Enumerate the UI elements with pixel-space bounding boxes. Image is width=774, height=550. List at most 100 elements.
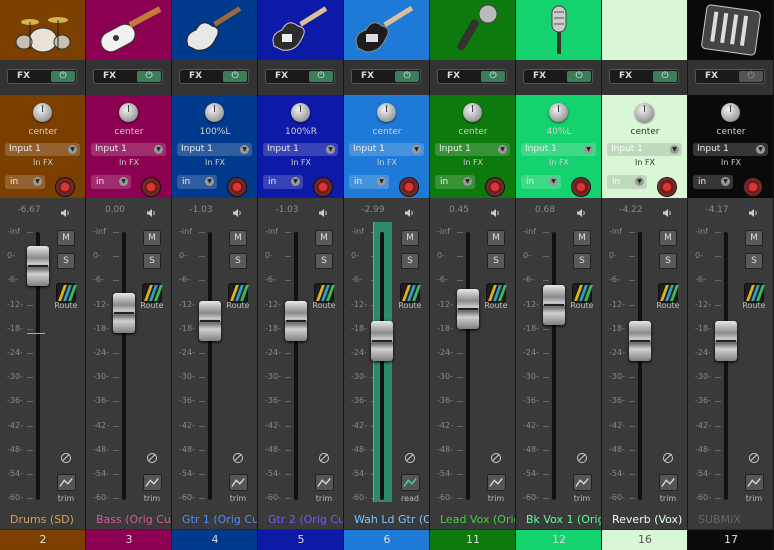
volume-readout[interactable]: -4.17 xyxy=(688,205,746,215)
solo-button[interactable]: S xyxy=(487,253,505,269)
record-arm-button[interactable] xyxy=(142,178,160,196)
track-thumbnail[interactable] xyxy=(172,0,257,60)
input-select[interactable]: Input 1 ▼ xyxy=(521,143,596,156)
channel-strip[interactable]: FX ⏻ center Input 1 ▼ In FX in ▼ -2.99 -… xyxy=(344,0,430,550)
monitor-select[interactable]: in ▼ xyxy=(435,175,475,189)
phase-invert-icon[interactable] xyxy=(233,453,243,463)
automation-mode-button[interactable] xyxy=(401,474,420,491)
track-name[interactable]: Gtr 2 (Orig Cut xyxy=(258,510,343,529)
in-fx-label[interactable]: In FX xyxy=(688,158,773,167)
speaker-icon[interactable] xyxy=(748,208,758,218)
speaker-icon[interactable] xyxy=(60,208,70,218)
monitor-select[interactable]: in ▼ xyxy=(5,175,45,189)
track-thumbnail[interactable] xyxy=(86,0,171,60)
mute-button[interactable]: M xyxy=(745,230,763,246)
fader-track[interactable] xyxy=(466,232,470,500)
record-arm-button[interactable] xyxy=(658,178,676,196)
fader-track[interactable] xyxy=(208,232,212,500)
pan-knob[interactable] xyxy=(205,103,224,122)
solo-button[interactable]: S xyxy=(659,253,677,269)
automation-mode-button[interactable] xyxy=(573,474,592,491)
in-fx-label[interactable]: In FX xyxy=(172,158,257,167)
track-thumbnail[interactable] xyxy=(688,0,773,60)
volume-fader[interactable] xyxy=(199,300,221,341)
input-select[interactable]: Input 1 ▼ xyxy=(91,143,166,156)
volume-fader[interactable] xyxy=(285,300,307,341)
track-number[interactable]: 4 xyxy=(172,530,257,550)
volume-readout[interactable]: -1.03 xyxy=(172,205,230,215)
fx-button[interactable]: FX ⏻ xyxy=(695,69,765,84)
volume-readout[interactable]: 0.00 xyxy=(86,205,144,215)
phase-invert-icon[interactable] xyxy=(491,453,501,463)
automation-mode-button[interactable] xyxy=(315,474,334,491)
input-select[interactable]: Input 1 ▼ xyxy=(607,143,682,156)
volume-fader[interactable] xyxy=(113,292,135,333)
fx-power-icon[interactable]: ⏻ xyxy=(567,71,591,82)
fx-button[interactable]: FX ⏻ xyxy=(93,69,163,84)
route-button[interactable] xyxy=(658,283,679,303)
input-select[interactable]: Input 1 ▼ xyxy=(5,143,80,156)
automation-mode-button[interactable] xyxy=(229,474,248,491)
fx-power-icon[interactable]: ⏻ xyxy=(739,71,763,82)
fader-track[interactable] xyxy=(552,232,556,500)
phase-invert-icon[interactable] xyxy=(577,453,587,463)
speaker-icon[interactable] xyxy=(662,208,672,218)
track-number[interactable]: 12 xyxy=(516,530,601,550)
channel-strip[interactable]: FX ⏻ center Input 1 ▼ In FX in ▼ -4.22 -… xyxy=(602,0,688,550)
volume-fader[interactable] xyxy=(629,320,651,361)
input-select[interactable]: Input 1 ▼ xyxy=(263,143,338,156)
track-number[interactable]: 3 xyxy=(86,530,171,550)
speaker-icon[interactable] xyxy=(146,208,156,218)
track-thumbnail[interactable] xyxy=(516,0,601,60)
phase-invert-icon[interactable] xyxy=(663,453,673,463)
channel-strip[interactable]: FX ⏻ center Input 1 ▼ In FX in ▼ 0.00 -i… xyxy=(86,0,172,550)
solo-button[interactable]: S xyxy=(143,253,161,269)
volume-fader[interactable] xyxy=(27,246,49,287)
fader-track[interactable] xyxy=(638,232,642,500)
automation-mode-button[interactable] xyxy=(745,474,764,491)
monitor-select[interactable]: in ▼ xyxy=(177,175,217,189)
fx-button[interactable]: FX ⏻ xyxy=(609,69,679,84)
pan-knob[interactable] xyxy=(33,103,52,122)
solo-button[interactable]: S xyxy=(229,253,247,269)
phase-invert-icon[interactable] xyxy=(405,453,415,463)
route-button[interactable] xyxy=(400,283,421,303)
record-arm-button[interactable] xyxy=(228,178,246,196)
in-fx-label[interactable]: In FX xyxy=(430,158,515,167)
fx-button[interactable]: FX ⏻ xyxy=(523,69,593,84)
fader-track[interactable] xyxy=(294,232,298,500)
in-fx-label[interactable]: In FX xyxy=(602,158,687,167)
phase-invert-icon[interactable] xyxy=(61,453,71,463)
track-thumbnail[interactable] xyxy=(602,0,687,60)
volume-readout[interactable]: 0.68 xyxy=(516,205,574,215)
track-thumbnail[interactable] xyxy=(0,0,85,60)
channel-strip[interactable]: FX ⏻ 100%R Input 1 ▼ In FX in ▼ -1.03 -i… xyxy=(258,0,344,550)
mute-button[interactable]: M xyxy=(659,230,677,246)
mute-button[interactable]: M xyxy=(487,230,505,246)
automation-mode-button[interactable] xyxy=(487,474,506,491)
track-name[interactable]: Wah Ld Gtr (O xyxy=(344,510,429,529)
track-number[interactable]: 11 xyxy=(430,530,515,550)
record-arm-button[interactable] xyxy=(744,178,762,196)
volume-readout[interactable]: -2.99 xyxy=(344,205,402,215)
solo-button[interactable]: S xyxy=(745,253,763,269)
monitor-select[interactable]: in ▼ xyxy=(263,175,303,189)
speaker-icon[interactable] xyxy=(576,208,586,218)
fx-power-icon[interactable]: ⏻ xyxy=(137,71,161,82)
track-name[interactable]: Drums (SD) xyxy=(0,510,85,529)
route-button[interactable] xyxy=(56,283,77,303)
route-button[interactable] xyxy=(228,283,249,303)
volume-fader[interactable] xyxy=(715,320,737,361)
fader-track[interactable] xyxy=(122,232,126,500)
fx-power-icon[interactable]: ⏻ xyxy=(653,71,677,82)
volume-fader[interactable] xyxy=(543,284,565,325)
fx-button[interactable]: FX ⏻ xyxy=(437,69,507,84)
pan-knob[interactable] xyxy=(377,103,396,122)
phase-invert-icon[interactable] xyxy=(749,453,759,463)
phase-invert-icon[interactable] xyxy=(147,453,157,463)
track-thumbnail[interactable] xyxy=(430,0,515,60)
track-number[interactable]: 2 xyxy=(0,530,85,550)
record-arm-button[interactable] xyxy=(486,178,504,196)
track-name[interactable]: Gtr 1 (Orig Cut xyxy=(172,510,257,529)
pan-knob[interactable] xyxy=(119,103,138,122)
